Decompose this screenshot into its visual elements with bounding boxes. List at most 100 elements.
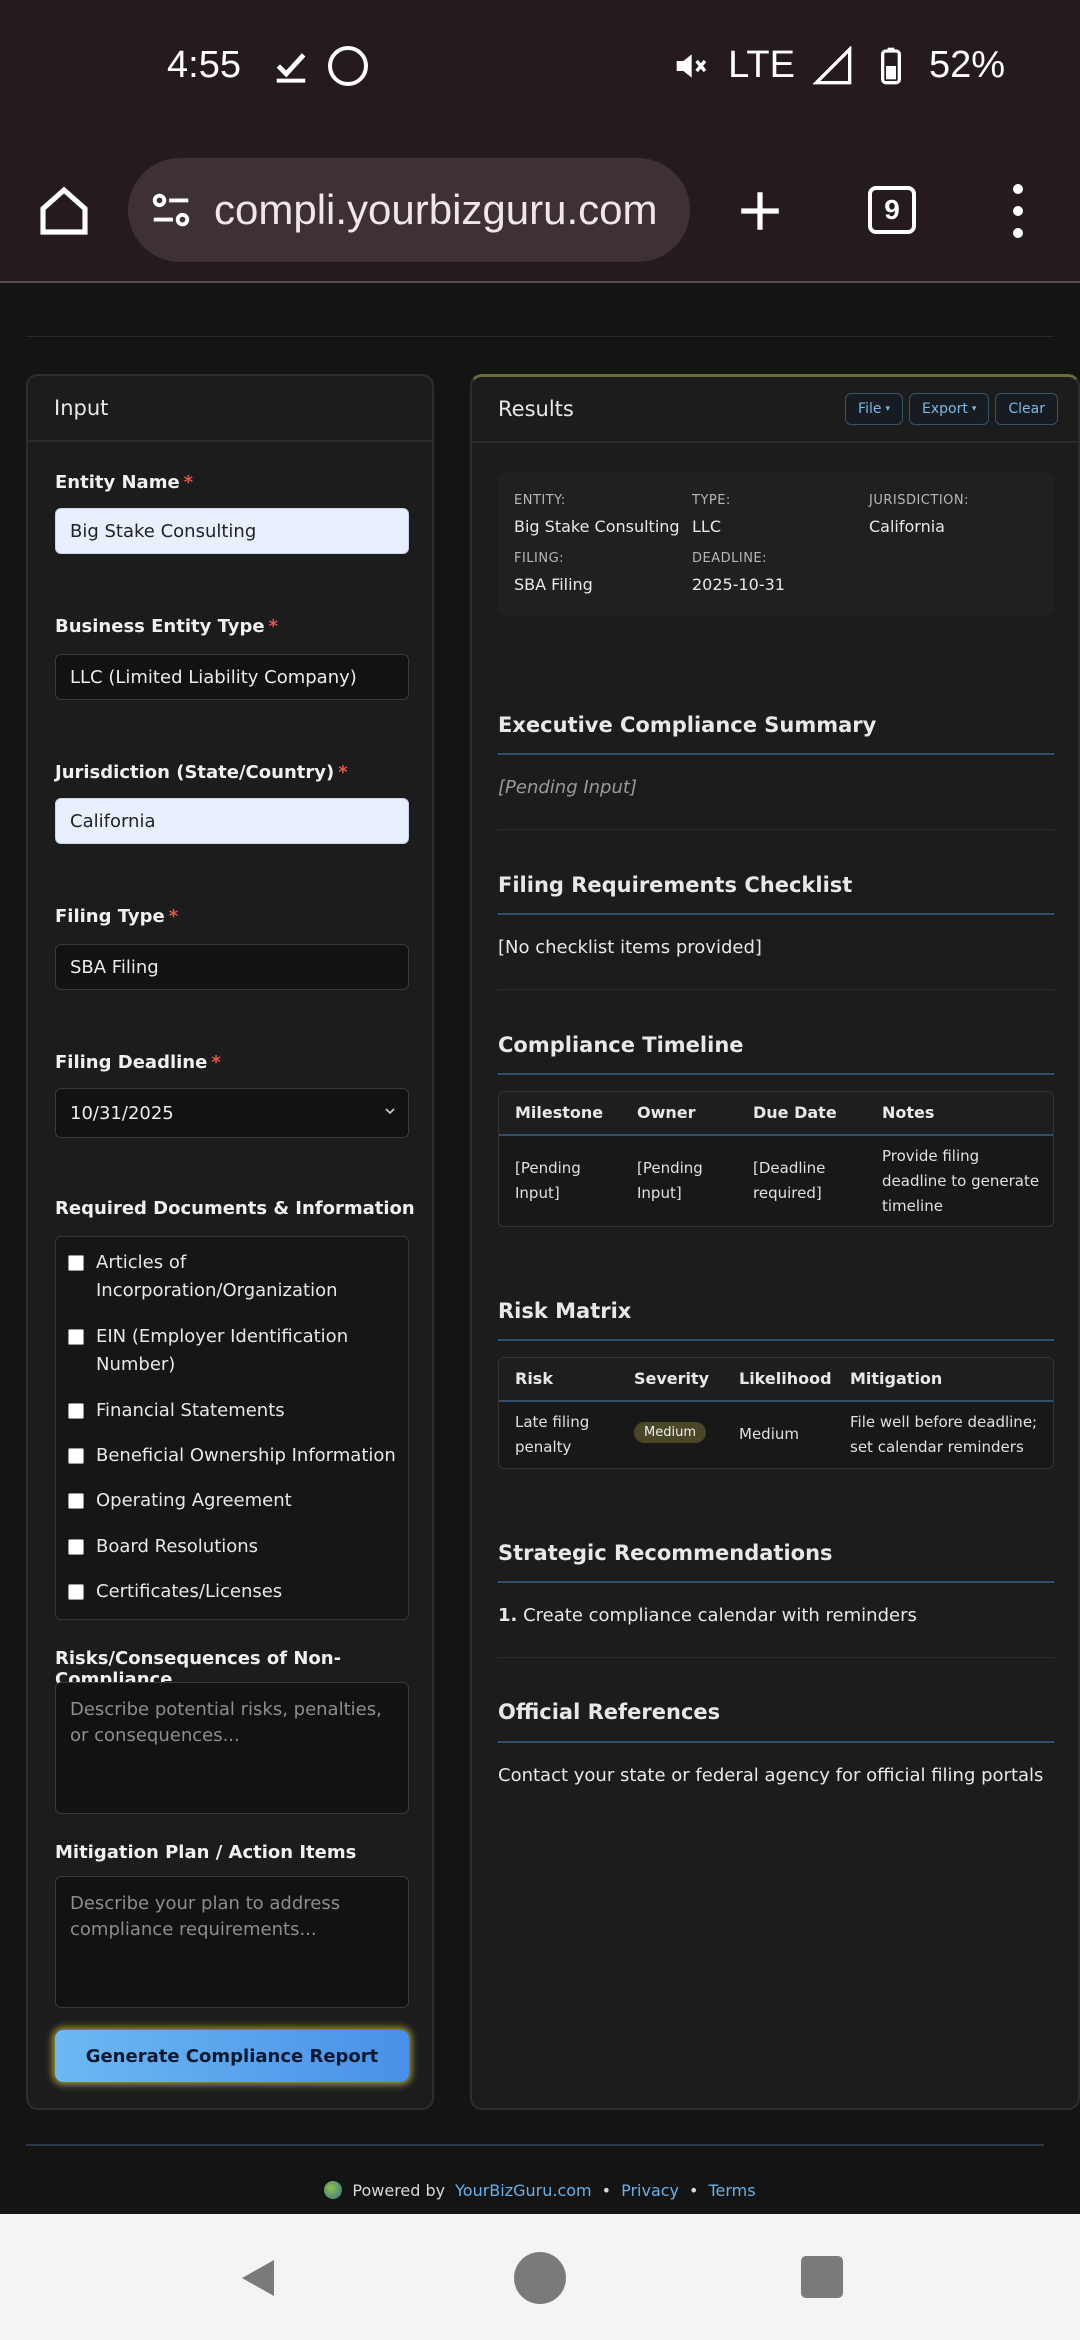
checkbox[interactable] [68, 1539, 84, 1555]
status-right-group: LTE 52% [670, 44, 1005, 87]
export-menu-button[interactable]: Export ▾ [909, 393, 990, 425]
clear-button[interactable]: Clear [995, 393, 1058, 425]
download-done-icon [276, 53, 306, 83]
references-title: Official References [498, 1700, 721, 1724]
timeline-table: Milestone Owner Due Date Notes [Pending … [498, 1091, 1054, 1227]
risk-matrix-table: Risk Severity Likelihood Mitigation Late… [498, 1357, 1054, 1469]
meta-deadline-value: 2025-10-31 [692, 575, 785, 594]
section-divider [498, 1657, 1054, 1658]
new-tab-icon[interactable] [735, 186, 785, 236]
section-rule [498, 753, 1054, 755]
footer-divider [26, 2144, 1044, 2146]
meta-type-value: LLC [692, 517, 721, 536]
results-actions: File ▾ Export ▾ Clear [845, 393, 1058, 425]
network-type: LTE [728, 44, 795, 86]
back-icon[interactable] [234, 2254, 282, 2302]
brand-link[interactable]: YourBizGuru.com [455, 2181, 592, 2200]
checklist-text: [No checklist items provided] [498, 937, 762, 958]
document-checkbox-item[interactable]: Operating Agreement [68, 1487, 396, 1515]
privacy-link[interactable]: Privacy [621, 2181, 679, 2200]
checkbox[interactable] [68, 1329, 84, 1345]
results-panel-title: Results [498, 397, 574, 421]
filing-deadline-input[interactable]: 10/31/2025 [55, 1088, 409, 1138]
references-text: Contact your state or federal agency for… [498, 1765, 1044, 1786]
jurisdiction-input[interactable]: California [55, 798, 409, 844]
url-bar[interactable]: compli.yourbizguru.com [128, 158, 690, 262]
meta-entity-key: ENTITY: [514, 493, 566, 508]
site-settings-icon[interactable] [148, 187, 194, 233]
table-header: Risk Severity Likelihood Mitigation [499, 1358, 1053, 1402]
status-bar: 4:55 LTE 52% [0, 0, 1080, 140]
checkbox[interactable] [68, 1403, 84, 1419]
checkbox[interactable] [68, 1493, 84, 1509]
checkbox[interactable] [68, 1584, 84, 1600]
section-rule [498, 1073, 1054, 1075]
chevron-down-icon [385, 1108, 395, 1115]
risks-textarea[interactable]: Describe potential risks, penalties, or … [55, 1682, 409, 1814]
document-checkbox-item[interactable]: EIN (Employer Identification Number) [68, 1323, 396, 1379]
brand-logo-icon [324, 2181, 343, 2199]
meta-deadline-key: DEADLINE: [692, 551, 768, 566]
entity-name-input[interactable]: Big Stake Consulting [55, 508, 409, 554]
home-circle-icon[interactable] [514, 2252, 566, 2304]
column-header: Notes [882, 1103, 935, 1122]
more-menu-icon[interactable] [1006, 184, 1030, 238]
tab-count: 9 [884, 194, 900, 225]
meta-jurisdiction-key: JURISDICTION: [869, 493, 970, 508]
filing-deadline-value: 10/31/2025 [70, 1102, 174, 1124]
results-panel: Results File ▾ Export ▾ Clear ENTITY: Big … [470, 374, 1080, 2110]
table-header: Milestone Owner Due Date Notes [499, 1092, 1053, 1136]
generate-report-button[interactable]: Generate Compliance Report [55, 2030, 409, 2082]
table-cell: File well before deadline; set calendar … [850, 1413, 1038, 1456]
column-header: Risk [515, 1369, 553, 1388]
documents-checklist: Articles of Incorporation/Organization E… [55, 1236, 409, 1620]
column-header: Mitigation [850, 1369, 943, 1388]
column-header: Likelihood [739, 1369, 832, 1388]
section-divider [498, 829, 1054, 830]
document-checkbox-item[interactable]: Beneficial Ownership Information [68, 1442, 396, 1470]
mitigation-textarea[interactable]: Describe your plan to address compliance… [55, 1876, 409, 2008]
url-text: compli.yourbizguru.com [214, 186, 658, 233]
home-icon[interactable] [36, 183, 92, 239]
terms-link[interactable]: Terms [708, 2181, 755, 2200]
report-meta-card: ENTITY: Big Stake Consulting TYPE: LLC J… [498, 473, 1054, 615]
page-footer: Powered by YourBizGuru.com • Privacy • T… [0, 2170, 1080, 2210]
timeline-title: Compliance Timeline [498, 1033, 744, 1057]
section-rule [498, 1741, 1054, 1743]
separator: • [689, 2180, 699, 2200]
column-header: Due Date [753, 1103, 837, 1122]
section-rule [498, 1339, 1054, 1341]
risk-matrix-title: Risk Matrix [498, 1299, 632, 1323]
document-checkbox-item[interactable]: Articles of Incorporation/Organization [68, 1249, 396, 1305]
meta-entity-value: Big Stake Consulting [514, 517, 680, 536]
battery-icon [880, 47, 901, 84]
checklist-title: Filing Requirements Checklist [498, 873, 853, 897]
column-header: Owner [637, 1103, 696, 1122]
summary-text: [Pending Input] [498, 777, 637, 798]
filing-type-input[interactable]: SBA Filing [55, 944, 409, 990]
summary-title: Executive Compliance Summary [498, 713, 877, 737]
recents-icon[interactable] [801, 2256, 843, 2298]
document-checkbox-item[interactable]: Certificates/Licenses [68, 1578, 396, 1606]
column-header: Milestone [515, 1103, 604, 1122]
recommendations-title: Strategic Recommendations [498, 1541, 833, 1565]
table-cell: [Pending Input] [515, 1159, 581, 1202]
meta-filing-key: FILING: [514, 551, 565, 566]
jurisdiction-label: Jurisdiction (State/Country) * [55, 762, 348, 783]
section-divider [498, 989, 1054, 990]
document-checkbox-item[interactable]: Financial Statements [68, 1397, 396, 1425]
entity-type-input[interactable]: LLC (Limited Liability Company) [55, 654, 409, 700]
table-cell: Late filing penalty [515, 1413, 590, 1456]
entity-name-label: Entity Name * [55, 472, 194, 493]
tab-switcher-button[interactable]: 9 [868, 186, 916, 234]
meta-jurisdiction-value: California [869, 517, 945, 536]
entity-type-label: Business Entity Type * [55, 616, 279, 637]
browser-toolbar: compli.yourbizguru.com 9 [0, 140, 1080, 283]
document-checkbox-item[interactable]: Board Resolutions [68, 1533, 396, 1561]
status-time: 4:55 [167, 44, 241, 86]
file-menu-button[interactable]: File ▾ [845, 393, 904, 425]
checkbox[interactable] [68, 1448, 84, 1464]
section-rule [498, 913, 1054, 915]
checkbox[interactable] [68, 1255, 84, 1271]
column-header: Severity [634, 1369, 710, 1388]
